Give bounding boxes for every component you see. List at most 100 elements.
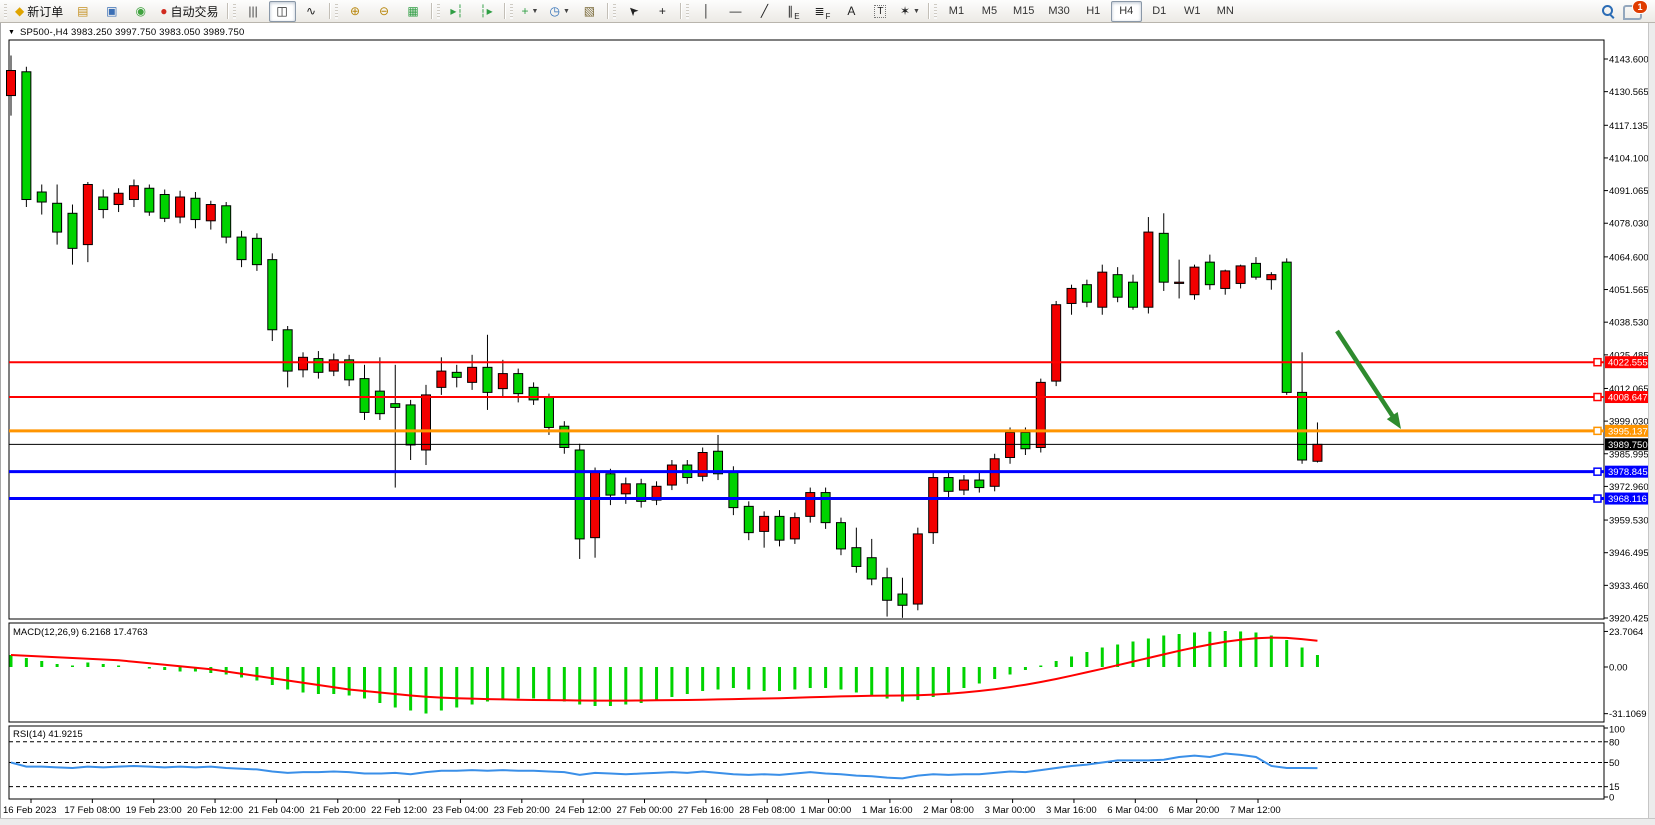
timeframe-d1-button[interactable]: D1	[1144, 1, 1175, 22]
market-watch-button[interactable]: ▤	[69, 1, 96, 22]
candle-up	[1236, 266, 1245, 284]
time-tick-label: 6 Mar 04:00	[1107, 805, 1158, 816]
price-label-text: 3995.137	[1608, 426, 1648, 437]
notifications-icon[interactable]: 1	[1623, 5, 1642, 20]
draw-vline-button[interactable]: │	[693, 1, 720, 22]
candle-up	[176, 197, 185, 217]
chart-dropdown-icon[interactable]: ▼	[8, 29, 15, 36]
candle-down	[1082, 285, 1091, 303]
timeframe-m5-button[interactable]: M5	[974, 1, 1005, 22]
timeframe-w1-button[interactable]: W1	[1177, 1, 1208, 22]
candle-down	[222, 206, 231, 237]
candle-down	[252, 238, 261, 264]
price-tick-label: 3933.460	[1609, 581, 1649, 592]
line-handle[interactable]	[1594, 427, 1601, 434]
candle-down	[314, 359, 323, 373]
crosshair-button[interactable]: +	[649, 1, 676, 22]
charts-window-button[interactable]: ▣	[98, 1, 125, 22]
timeframe-m15-button[interactable]: M15	[1007, 1, 1040, 22]
chart-shift-icon: ┆▸	[479, 5, 492, 17]
tile-windows-icon: ▦	[407, 5, 418, 17]
price-tick-label: 4078.030	[1609, 219, 1649, 230]
candle-down	[483, 367, 492, 392]
timeframe-m30-button[interactable]: M30	[1042, 1, 1075, 22]
arrows-tool-button[interactable]: ✶▼	[896, 1, 924, 22]
candle-down	[1251, 263, 1260, 277]
signals-button[interactable]: ◉	[127, 1, 154, 22]
price-tick-label: 4091.065	[1609, 186, 1649, 197]
new-chart-button[interactable]: +▼	[517, 1, 544, 22]
candle-down	[575, 450, 584, 539]
candle-down	[68, 213, 77, 248]
periods-icon: ◷	[550, 5, 560, 17]
time-tick-label: 3 Mar 00:00	[985, 805, 1036, 816]
periods-dropdown-icon[interactable]: ▼	[563, 8, 570, 15]
draw-label-icon: T	[874, 5, 886, 18]
time-tick-label: 7 Mar 12:00	[1230, 805, 1281, 816]
search-icon[interactable]	[1601, 4, 1615, 18]
time-tick-label: 16 Feb 2023	[3, 805, 56, 816]
price-chart[interactable]: 4143.6004130.5654117.1354104.1004091.065…	[1, 23, 1650, 818]
timeframe-h1-button[interactable]: H1	[1078, 1, 1109, 22]
draw-hline-button[interactable]: —	[722, 1, 749, 22]
timeframe-m1-button[interactable]: M1	[941, 1, 972, 22]
price-axis: 4143.6004130.5654117.1354104.1004091.065…	[1604, 55, 1649, 625]
draw-text-button[interactable]: A	[838, 1, 865, 22]
chart-line-button[interactable]: ∿	[298, 1, 325, 22]
candle-down	[452, 372, 461, 377]
macd-axis-label: 23.7064	[1609, 627, 1643, 638]
chart-window: ▼ SP500-,H4 3983.250 3997.750 3983.050 3…	[0, 23, 1649, 818]
chart-candles-button[interactable]: ◫	[269, 1, 296, 22]
cursor-button[interactable]: ➤	[620, 1, 647, 22]
candle-up	[1190, 267, 1199, 295]
price-tick-label: 4104.100	[1609, 153, 1649, 164]
zoom-in-icon: ⊕	[350, 5, 360, 17]
new-order-button[interactable]: ◆新订单	[11, 1, 67, 22]
candle-up	[1313, 444, 1322, 461]
line-handle[interactable]	[1594, 495, 1601, 502]
draw-fibonacci-button[interactable]: ≣F	[809, 1, 836, 22]
new-order-icon: ◆	[15, 5, 24, 17]
candle-down	[99, 197, 108, 210]
draw-text-icon: A	[847, 5, 855, 17]
periods-button[interactable]: ◷▼	[546, 1, 574, 22]
price-tick-label: 3920.425	[1609, 614, 1649, 625]
candle-down	[775, 516, 784, 540]
candle-up	[1067, 288, 1076, 303]
timeframe-mn-button[interactable]: MN	[1210, 1, 1241, 22]
chart-line-icon: ∿	[306, 5, 316, 17]
candle-down	[867, 558, 876, 579]
rsi-axis-label: 100	[1609, 725, 1625, 736]
draw-trendline-button[interactable]: ╱	[751, 1, 778, 22]
line-handle[interactable]	[1594, 359, 1601, 366]
arrows-tool-dropdown-icon[interactable]: ▼	[913, 8, 920, 15]
pane-frames	[9, 40, 1604, 799]
candle-up	[760, 516, 769, 531]
new-chart-dropdown-icon[interactable]: ▼	[532, 8, 539, 15]
timeframe-h4-button[interactable]: H4	[1111, 1, 1142, 22]
zoom-in-button[interactable]: ⊕	[342, 1, 369, 22]
candle-up	[667, 465, 676, 485]
line-handle[interactable]	[1594, 394, 1601, 401]
price-label-text: 3968.116	[1608, 494, 1647, 505]
line-handle[interactable]	[1594, 468, 1601, 475]
tile-windows-button[interactable]: ▦	[400, 1, 427, 22]
zoom-out-icon: ⊖	[379, 5, 389, 17]
auto-trading-button[interactable]: ●自动交易	[156, 1, 222, 22]
auto-scroll-button[interactable]: ▸┆	[444, 1, 471, 22]
price-tick-label: 4051.565	[1609, 285, 1649, 296]
draw-channel-button[interactable]: ∥E	[780, 1, 807, 22]
chart-bars-button[interactable]: |||	[240, 1, 267, 22]
candle-up	[1144, 232, 1153, 307]
templates-button[interactable]: ▧	[576, 1, 603, 22]
draw-label-button[interactable]: T	[867, 1, 894, 22]
candle-up	[1006, 432, 1015, 457]
zoom-out-button[interactable]: ⊖	[371, 1, 398, 22]
candle-up	[1036, 382, 1045, 447]
price-label-text: 4022.555	[1608, 358, 1648, 369]
auto-trading-icon: ●	[160, 5, 167, 17]
chart-shift-button[interactable]: ┆▸	[473, 1, 500, 22]
candle-down	[1205, 262, 1214, 285]
time-tick-label: 28 Feb 08:00	[739, 805, 795, 816]
price-tick-label: 4038.530	[1609, 318, 1649, 329]
